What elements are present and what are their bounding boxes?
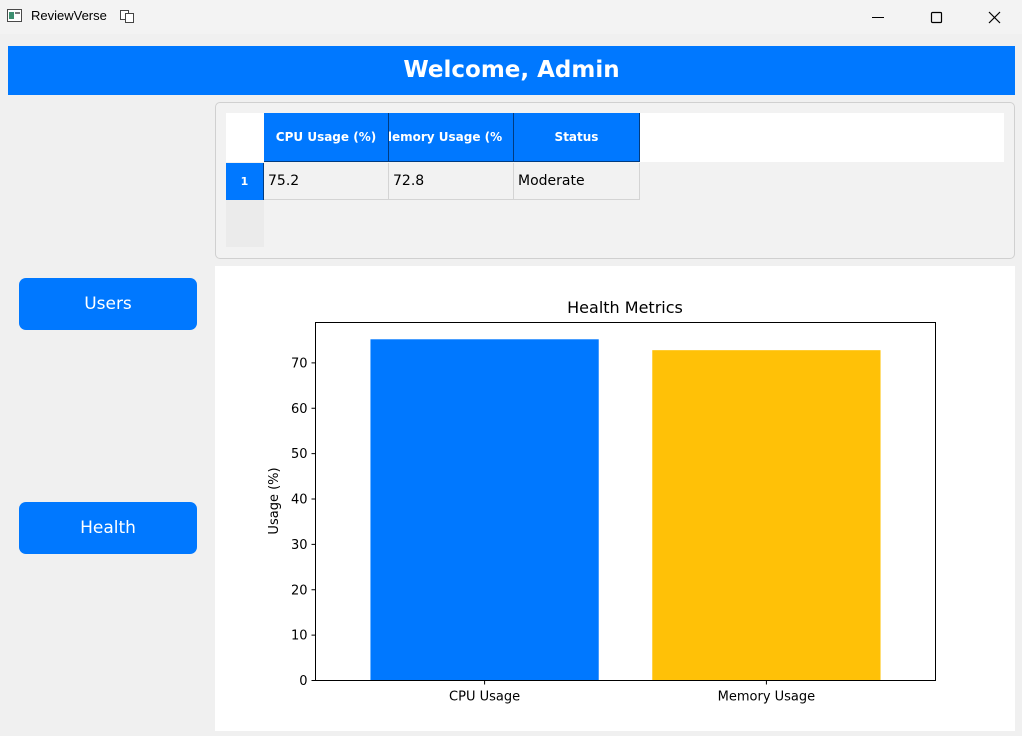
window-title: ReviewVerse [31, 8, 107, 23]
bar-memory-usage [652, 350, 881, 681]
x-tick-label: Memory Usage [718, 690, 816, 705]
app-icon [7, 9, 22, 22]
maximize-button[interactable] [908, 0, 966, 34]
row-header[interactable]: 1 [226, 163, 264, 200]
copy-icon[interactable] [120, 10, 134, 23]
column-header-memory[interactable]: lemory Usage (% [389, 113, 514, 162]
bars-group [370, 339, 881, 681]
y-tick-label: 0 [299, 674, 307, 689]
minimize-icon [872, 17, 884, 18]
x-ticks-group: CPU Usage Memory Usage [449, 680, 816, 705]
y-tick-label: 30 [291, 538, 308, 553]
title-bar: ReviewVerse [0, 0, 1022, 34]
close-button[interactable] [966, 0, 1022, 34]
close-icon [988, 11, 1001, 24]
welcome-banner: Welcome, Admin [8, 46, 1015, 95]
table-cell-status[interactable]: Moderate [514, 163, 640, 200]
health-button[interactable]: Health [19, 502, 197, 554]
health-metrics-chart: Health Metrics Usage (%) 0 10 20 30 40 50 60 70… [267, 298, 936, 705]
column-header-cpu[interactable]: CPU Usage (%) [264, 113, 389, 162]
table-cell-cpu[interactable]: 75.2 [264, 163, 389, 200]
x-tick-label: CPU Usage [449, 690, 520, 705]
y-tick-label: 40 [291, 493, 308, 508]
y-tick-label: 20 [291, 583, 308, 598]
y-tick-label: 10 [291, 629, 308, 644]
bar-cpu-usage [370, 339, 599, 681]
users-button[interactable]: Users [19, 278, 197, 330]
minimize-button[interactable] [850, 0, 908, 34]
y-tick-label: 70 [291, 356, 308, 371]
y-tick-label: 50 [291, 447, 308, 462]
maximize-icon [930, 11, 943, 24]
y-ticks-group: 0 10 20 30 40 50 60 70 [291, 356, 316, 689]
table-cell-memory[interactable]: 72.8 [389, 163, 514, 200]
column-header-status[interactable]: Status [514, 113, 640, 162]
y-axis-label: Usage (%) [267, 467, 282, 534]
chart-title: Health Metrics [567, 298, 683, 317]
y-tick-label: 60 [291, 402, 308, 417]
health-chart-panel: Health Metrics Usage (%) 0 10 20 30 40 50 60 70… [215, 266, 1015, 731]
row-header-empty [226, 200, 264, 247]
